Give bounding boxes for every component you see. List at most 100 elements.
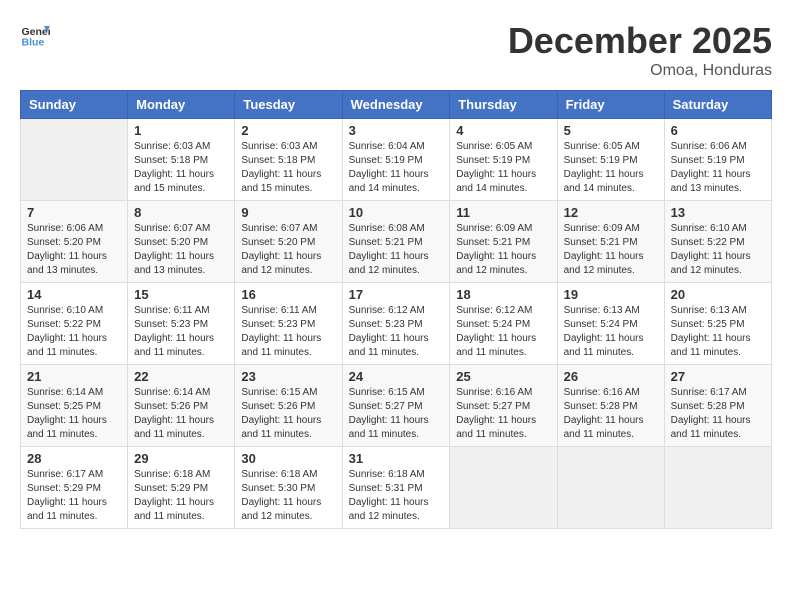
day-info: Sunrise: 6:13 AM Sunset: 5:25 PM Dayligh… [671, 304, 765, 360]
calendar-header-tuesday: Tuesday [235, 91, 342, 119]
day-number: 16 [241, 287, 335, 302]
calendar-header-wednesday: Wednesday [342, 91, 450, 119]
calendar-cell: 10Sunrise: 6:08 AM Sunset: 5:21 PM Dayli… [342, 201, 450, 283]
day-info: Sunrise: 6:03 AM Sunset: 5:18 PM Dayligh… [134, 140, 228, 196]
calendar-header-monday: Monday [128, 91, 235, 119]
calendar-cell: 31 Sunrise: 6:18 AM Sunset: 5:31 PM Dayli… [342, 447, 450, 529]
day-info: Sunrise: 6:08 AM Sunset: 5:21 PM Dayligh… [349, 222, 444, 278]
calendar-cell: 22 Sunrise: 6:14 AM Sunset: 5:26 PM Dayli… [128, 365, 235, 447]
calendar-cell: 25Sunrise: 6:16 AM Sunset: 5:27 PM Dayli… [450, 365, 557, 447]
logo-icon: General Blue [20, 20, 50, 50]
day-number: 18 [456, 287, 550, 302]
day-number: 12 [564, 205, 658, 220]
day-info: Sunrise: 6:16 AM Sunset: 5:28 PM Dayligh… [564, 386, 658, 442]
day-number: 6 [671, 123, 765, 138]
calendar-cell [664, 447, 771, 529]
logo: General Blue [20, 20, 50, 50]
day-info: Sunrise: 6:18 AM Sunset: 5:29 PM Dayligh… [134, 468, 228, 524]
calendar-cell: 24 Sunrise: 6:15 AM Sunset: 5:27 PM Dayli… [342, 365, 450, 447]
calendar-header-thursday: Thursday [450, 91, 557, 119]
calendar-cell [450, 447, 557, 529]
day-info: Sunrise: 6:15 AM Sunset: 5:26 PM Dayligh… [241, 386, 335, 442]
day-info: Sunrise: 6:13 AM Sunset: 5:24 PM Dayligh… [564, 304, 658, 360]
day-number: 17 [349, 287, 444, 302]
day-number: 8 [134, 205, 228, 220]
day-number: 28 [27, 451, 121, 466]
calendar-header-sunday: Sunday [21, 91, 128, 119]
page-header: General Blue December 2025 Omoa, Hondura… [20, 20, 772, 80]
calendar-cell [21, 119, 128, 201]
day-number: 4 [456, 123, 550, 138]
day-number: 14 [27, 287, 121, 302]
calendar-week-row: 14Sunrise: 6:10 AM Sunset: 5:22 PM Dayli… [21, 283, 772, 365]
day-info: Sunrise: 6:07 AM Sunset: 5:20 PM Dayligh… [134, 222, 228, 278]
day-info: Sunrise: 6:12 AM Sunset: 5:23 PM Dayligh… [349, 304, 444, 360]
day-number: 7 [27, 205, 121, 220]
svg-text:Blue: Blue [22, 37, 45, 49]
day-number: 2 [241, 123, 335, 138]
day-info: Sunrise: 6:09 AM Sunset: 5:21 PM Dayligh… [456, 222, 550, 278]
day-info: Sunrise: 6:06 AM Sunset: 5:19 PM Dayligh… [671, 140, 765, 196]
calendar-cell: 14Sunrise: 6:10 AM Sunset: 5:22 PM Dayli… [21, 283, 128, 365]
calendar-week-row: 1Sunrise: 6:03 AM Sunset: 5:18 PM Daylig… [21, 119, 772, 201]
day-number: 15 [134, 287, 228, 302]
day-info: Sunrise: 6:15 AM Sunset: 5:27 PM Dayligh… [349, 386, 444, 442]
calendar-cell: 27Sunrise: 6:17 AM Sunset: 5:28 PM Dayli… [664, 365, 771, 447]
calendar-cell: 29 Sunrise: 6:18 AM Sunset: 5:29 PM Dayli… [128, 447, 235, 529]
day-number: 24 [349, 369, 444, 384]
calendar-week-row: 28 Sunrise: 6:17 AM Sunset: 5:29 PM Dayli… [21, 447, 772, 529]
calendar-cell: 20 Sunrise: 6:13 AM Sunset: 5:25 PM Dayli… [664, 283, 771, 365]
calendar-cell: 12 Sunrise: 6:09 AM Sunset: 5:21 PM Dayli… [557, 201, 664, 283]
calendar-cell: 7 Sunrise: 6:06 AM Sunset: 5:20 PM Daylig… [21, 201, 128, 283]
day-number: 13 [671, 205, 765, 220]
day-number: 11 [456, 205, 550, 220]
calendar-header-saturday: Saturday [664, 91, 771, 119]
calendar-cell: 19Sunrise: 6:13 AM Sunset: 5:24 PM Dayli… [557, 283, 664, 365]
calendar-cell [557, 447, 664, 529]
day-info: Sunrise: 6:09 AM Sunset: 5:21 PM Dayligh… [564, 222, 658, 278]
day-info: Sunrise: 6:10 AM Sunset: 5:22 PM Dayligh… [671, 222, 765, 278]
calendar-cell: 13 Sunrise: 6:10 AM Sunset: 5:22 PM Dayli… [664, 201, 771, 283]
day-info: Sunrise: 6:14 AM Sunset: 5:25 PM Dayligh… [27, 386, 121, 442]
calendar-cell: 3Sunrise: 6:04 AM Sunset: 5:19 PM Daylig… [342, 119, 450, 201]
day-info: Sunrise: 6:18 AM Sunset: 5:31 PM Dayligh… [349, 468, 444, 524]
day-number: 20 [671, 287, 765, 302]
calendar-cell: 6 Sunrise: 6:06 AM Sunset: 5:19 PM Daylig… [664, 119, 771, 201]
calendar-cell: 18 Sunrise: 6:12 AM Sunset: 5:24 PM Dayli… [450, 283, 557, 365]
calendar-cell: 9Sunrise: 6:07 AM Sunset: 5:20 PM Daylig… [235, 201, 342, 283]
day-number: 23 [241, 369, 335, 384]
calendar-header-row: SundayMondayTuesdayWednesdayThursdayFrid… [21, 91, 772, 119]
calendar-header-friday: Friday [557, 91, 664, 119]
calendar-cell: 15 Sunrise: 6:11 AM Sunset: 5:23 PM Dayli… [128, 283, 235, 365]
day-info: Sunrise: 6:06 AM Sunset: 5:20 PM Dayligh… [27, 222, 121, 278]
day-info: Sunrise: 6:12 AM Sunset: 5:24 PM Dayligh… [456, 304, 550, 360]
day-info: Sunrise: 6:05 AM Sunset: 5:19 PM Dayligh… [564, 140, 658, 196]
day-info: Sunrise: 6:18 AM Sunset: 5:30 PM Dayligh… [241, 468, 335, 524]
day-info: Sunrise: 6:17 AM Sunset: 5:28 PM Dayligh… [671, 386, 765, 442]
day-number: 22 [134, 369, 228, 384]
day-info: Sunrise: 6:14 AM Sunset: 5:26 PM Dayligh… [134, 386, 228, 442]
day-info: Sunrise: 6:17 AM Sunset: 5:29 PM Dayligh… [27, 468, 121, 524]
month-title: December 2025 [508, 20, 772, 62]
day-number: 31 [349, 451, 444, 466]
calendar-cell: 21 Sunrise: 6:14 AM Sunset: 5:25 PM Dayli… [21, 365, 128, 447]
calendar-cell: 11 Sunrise: 6:09 AM Sunset: 5:21 PM Dayli… [450, 201, 557, 283]
calendar-week-row: 21 Sunrise: 6:14 AM Sunset: 5:25 PM Dayli… [21, 365, 772, 447]
day-info: Sunrise: 6:11 AM Sunset: 5:23 PM Dayligh… [134, 304, 228, 360]
location-title: Omoa, Honduras [508, 62, 772, 80]
calendar-cell: 26Sunrise: 6:16 AM Sunset: 5:28 PM Dayli… [557, 365, 664, 447]
calendar-cell: 8 Sunrise: 6:07 AM Sunset: 5:20 PM Daylig… [128, 201, 235, 283]
calendar-cell: 23 Sunrise: 6:15 AM Sunset: 5:26 PM Dayli… [235, 365, 342, 447]
day-number: 21 [27, 369, 121, 384]
day-info: Sunrise: 6:16 AM Sunset: 5:27 PM Dayligh… [456, 386, 550, 442]
calendar-cell: 4 Sunrise: 6:05 AM Sunset: 5:19 PM Daylig… [450, 119, 557, 201]
day-info: Sunrise: 6:11 AM Sunset: 5:23 PM Dayligh… [241, 304, 335, 360]
calendar-cell: 28 Sunrise: 6:17 AM Sunset: 5:29 PM Dayli… [21, 447, 128, 529]
calendar-week-row: 7 Sunrise: 6:06 AM Sunset: 5:20 PM Daylig… [21, 201, 772, 283]
day-info: Sunrise: 6:05 AM Sunset: 5:19 PM Dayligh… [456, 140, 550, 196]
calendar-cell: 30Sunrise: 6:18 AM Sunset: 5:30 PM Dayli… [235, 447, 342, 529]
day-number: 29 [134, 451, 228, 466]
calendar-cell: 5 Sunrise: 6:05 AM Sunset: 5:19 PM Daylig… [557, 119, 664, 201]
calendar-cell: 17 Sunrise: 6:12 AM Sunset: 5:23 PM Dayli… [342, 283, 450, 365]
day-number: 5 [564, 123, 658, 138]
